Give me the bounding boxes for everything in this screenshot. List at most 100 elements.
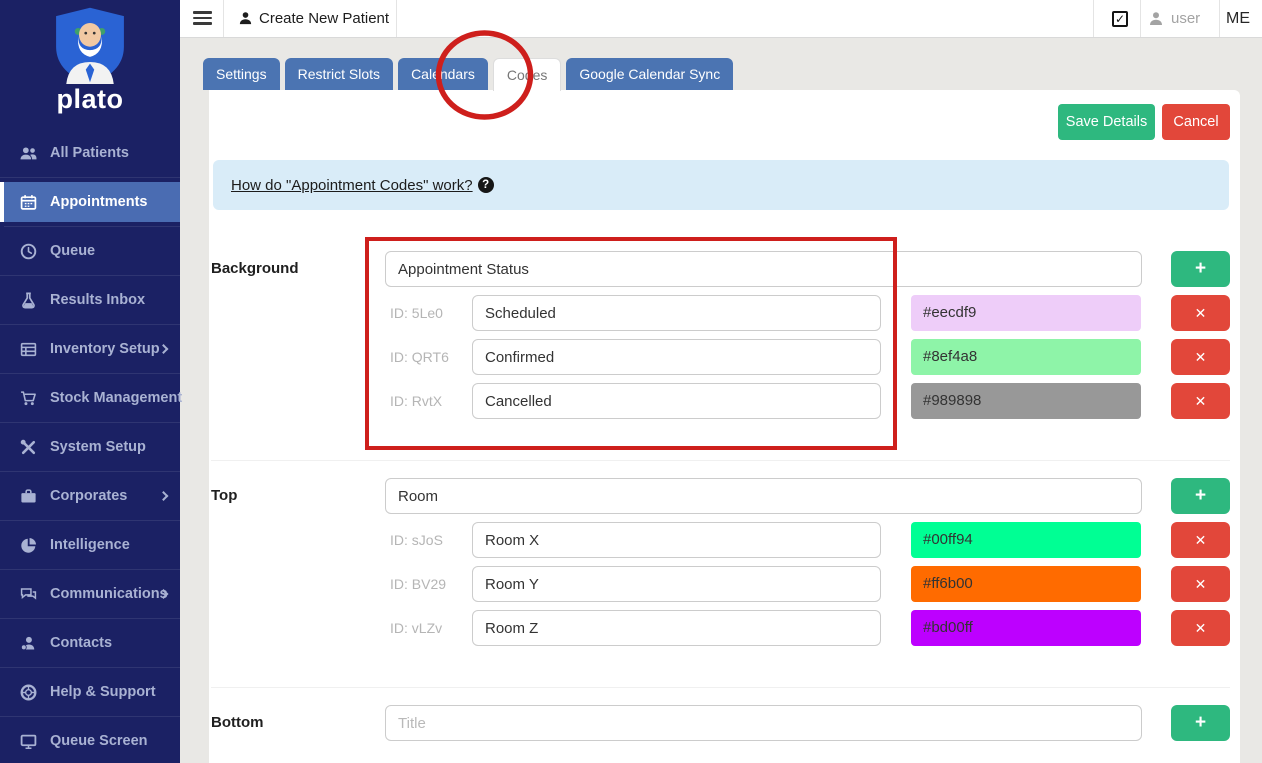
app-title: plato [0, 84, 180, 115]
sidebar-item-label: All Patients [50, 145, 129, 161]
code-name-input[interactable] [472, 522, 881, 558]
delete-code-button[interactable]: ✕ [1171, 295, 1230, 331]
briefcase-icon [19, 487, 37, 505]
contact-card-icon [19, 634, 37, 652]
code-name-input[interactable] [472, 566, 881, 602]
code-id-label: ID: sJoS [390, 522, 443, 558]
group-title-input-background[interactable] [385, 251, 1142, 287]
sidebar-item-label: Intelligence [50, 537, 130, 553]
divider [1140, 0, 1141, 37]
save-details-button[interactable]: Save Details [1058, 104, 1155, 140]
delete-code-button[interactable]: ✕ [1171, 522, 1230, 558]
create-new-patient-button[interactable]: Create New Patient [238, 0, 389, 37]
sidebar-item-contacts[interactable]: Contacts [0, 623, 180, 663]
codes-panel: Save Details Cancel How do "Appointment … [209, 90, 1240, 763]
tab-bar: Settings Restrict Slots Calendars Codes … [203, 58, 733, 90]
calendar-icon [19, 193, 37, 211]
cancel-button[interactable]: Cancel [1162, 104, 1230, 140]
sidebar-item-label: Appointments [50, 194, 147, 210]
lifebuoy-icon [19, 683, 37, 701]
add-code-button-background[interactable]: + [1171, 251, 1230, 287]
app-window: plato All Patients Appointments Queue Re… [0, 0, 1262, 763]
code-name-input[interactable] [472, 339, 881, 375]
code-id-label: ID: QRT6 [390, 339, 449, 375]
pie-chart-icon [19, 536, 37, 554]
sidebar-item-queue-screen[interactable]: Queue Screen [0, 721, 180, 761]
sidebar-item-label: Communications [50, 586, 168, 602]
divider [1093, 0, 1094, 37]
sidebar-item-label: Results Inbox [50, 292, 145, 308]
question-icon[interactable]: ? [478, 177, 494, 193]
add-code-button-bottom[interactable]: + [1171, 705, 1230, 741]
cart-icon [19, 389, 37, 407]
users-icon [19, 144, 37, 162]
user-initials[interactable]: ME [1226, 0, 1250, 37]
code-id-label: ID: 5Le0 [390, 295, 443, 331]
delete-code-button[interactable]: ✕ [1171, 339, 1230, 375]
section-label-bottom: Bottom [211, 705, 264, 741]
sidebar-item-queue[interactable]: Queue [0, 231, 180, 271]
sidebar-item-label: Stock Management [50, 390, 182, 406]
checkbox-icon[interactable]: ✓ [1112, 11, 1128, 27]
code-id-label: ID: BV29 [390, 566, 446, 602]
help-link[interactable]: How do "Appointment Codes" work? [231, 177, 473, 194]
sidebar-item-label: Corporates [50, 488, 127, 504]
chevron-right-icon [159, 491, 169, 501]
topbar: Create New Patient ✓ user ME [180, 0, 1262, 38]
color-swatch[interactable]: #00ff94 [911, 522, 1141, 558]
sidebar-item-system-setup[interactable]: System Setup [0, 427, 180, 467]
code-name-input[interactable] [472, 383, 881, 419]
sidebar-item-corporates[interactable]: Corporates [0, 476, 180, 516]
code-name-input[interactable] [472, 295, 881, 331]
tab-codes[interactable]: Codes [493, 58, 561, 91]
user-icon [1148, 11, 1164, 27]
chat-bubbles-icon [19, 585, 37, 603]
sidebar-item-label: Contacts [50, 635, 112, 651]
sidebar-item-all-patients[interactable]: All Patients [0, 133, 180, 173]
delete-code-button[interactable]: ✕ [1171, 610, 1230, 646]
color-swatch[interactable]: #989898 [911, 383, 1141, 419]
color-swatch[interactable]: #ff6b00 [911, 566, 1141, 602]
code-name-input[interactable] [472, 610, 881, 646]
section-label-background: Background [211, 251, 299, 287]
sidebar-item-label: Queue Screen [50, 733, 148, 749]
person-icon [238, 11, 253, 26]
clock-icon [19, 242, 37, 260]
color-swatch[interactable]: #eecdf9 [911, 295, 1141, 331]
delete-code-button[interactable]: ✕ [1171, 383, 1230, 419]
sidebar-item-help-support[interactable]: Help & Support [0, 672, 180, 712]
user-label: user [1171, 10, 1200, 27]
group-title-input-top[interactable] [385, 478, 1142, 514]
create-new-patient-label: Create New Patient [259, 10, 389, 27]
code-id-label: ID: RvtX [390, 383, 442, 419]
color-swatch[interactable]: #bd00ff [911, 610, 1141, 646]
delete-code-button[interactable]: ✕ [1171, 566, 1230, 602]
section-divider [211, 687, 1230, 688]
logo[interactable]: plato [0, 6, 180, 131]
sidebar-item-intelligence[interactable]: Intelligence [0, 525, 180, 565]
add-code-button-top[interactable]: + [1171, 478, 1230, 514]
sidebar-item-results-inbox[interactable]: Results Inbox [0, 280, 180, 320]
tab-settings[interactable]: Settings [203, 58, 280, 90]
sidebar-nav: All Patients Appointments Queue Results … [0, 133, 180, 763]
tab-google-calendar-sync[interactable]: Google Calendar Sync [566, 58, 733, 90]
user-menu[interactable]: user [1148, 0, 1200, 37]
tab-restrict-slots[interactable]: Restrict Slots [285, 58, 393, 90]
section-label-top: Top [211, 478, 237, 514]
sidebar-item-communications[interactable]: Communications [0, 574, 180, 614]
tab-calendars[interactable]: Calendars [398, 58, 488, 90]
sidebar-item-label: Inventory Setup [50, 341, 160, 357]
section-divider [211, 460, 1230, 461]
sidebar-item-inventory-setup[interactable]: Inventory Setup [0, 329, 180, 369]
plato-logo-icon [46, 6, 134, 84]
list-icon [19, 340, 37, 358]
color-swatch[interactable]: #8ef4a8 [911, 339, 1141, 375]
menu-toggle-icon[interactable] [193, 11, 212, 26]
divider [1219, 0, 1220, 37]
flask-icon [19, 291, 37, 309]
tools-icon [19, 438, 37, 456]
sidebar-item-stock-management[interactable]: Stock Management [0, 378, 180, 418]
code-id-label: ID: vLZv [390, 610, 442, 646]
sidebar-item-appointments[interactable]: Appointments [0, 182, 180, 222]
group-title-input-bottom[interactable] [385, 705, 1142, 741]
